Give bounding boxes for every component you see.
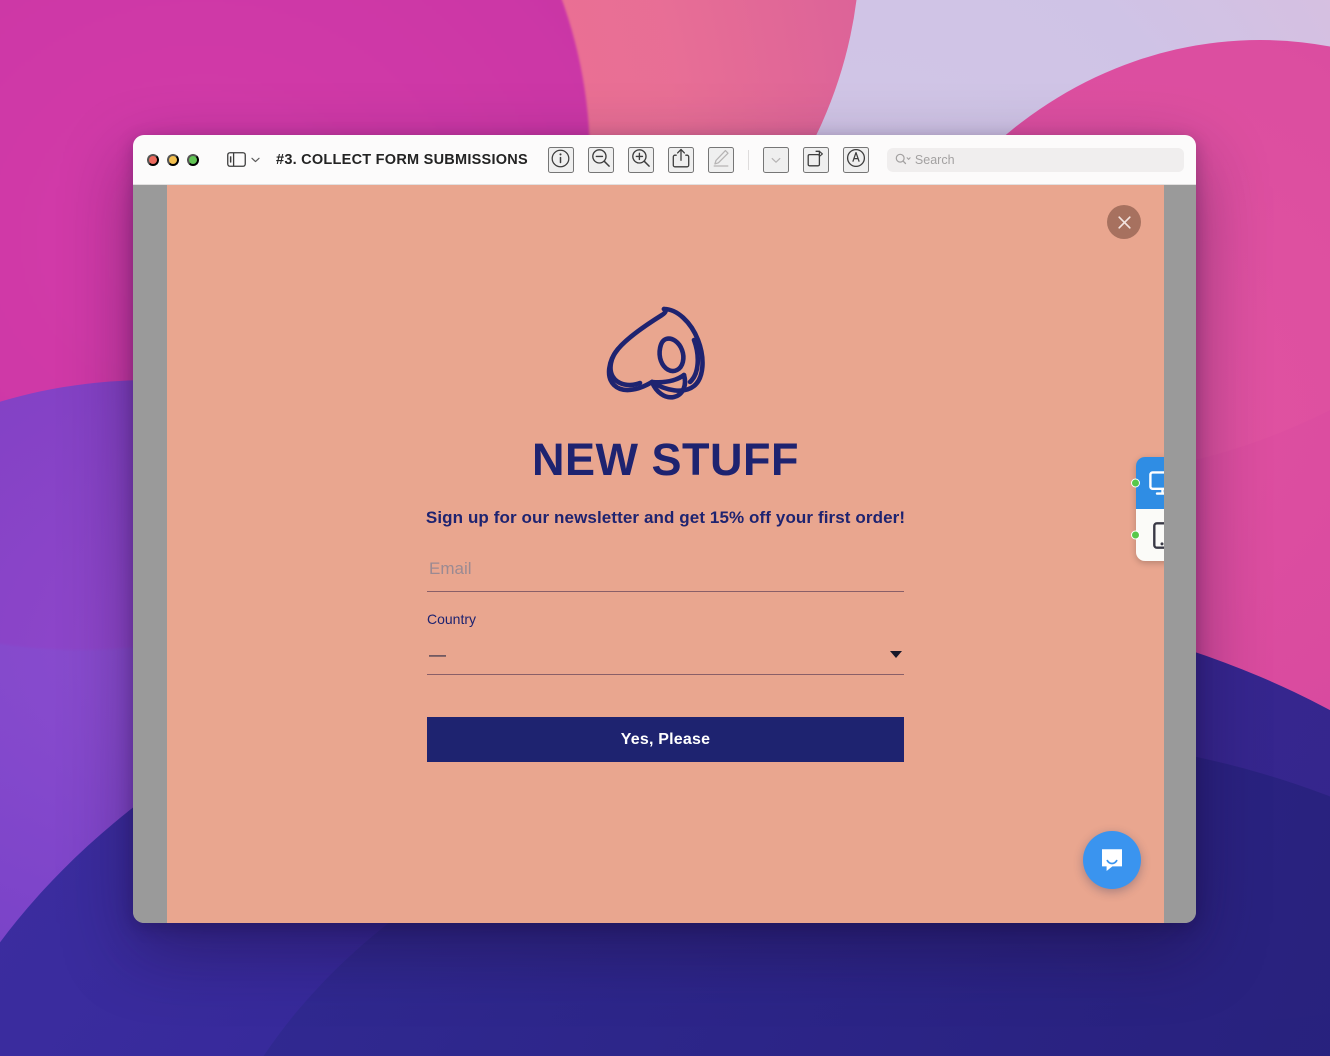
desktop-preview-button[interactable] bbox=[1131, 457, 1164, 509]
share-button[interactable] bbox=[667, 146, 694, 173]
rendered-page: NEW STUFF Sign up for our newsletter and… bbox=[167, 185, 1164, 923]
device-preview-switcher bbox=[1131, 457, 1164, 561]
close-icon bbox=[1117, 215, 1131, 229]
rotate-button[interactable] bbox=[802, 146, 829, 173]
zoom-out-button[interactable] bbox=[587, 146, 614, 173]
preview-content-area: NEW STUFF Sign up for our newsletter and… bbox=[133, 185, 1196, 923]
desktop-wallpaper: #3. COLLECT FORM SUBMISSIONS Search NEW … bbox=[0, 0, 1330, 1056]
magnifier-plus-icon bbox=[631, 148, 651, 171]
country-selected-value: — bbox=[429, 645, 446, 664]
rotate-icon bbox=[806, 149, 825, 171]
search-field[interactable]: Search bbox=[886, 147, 1184, 172]
zoom-in-button[interactable] bbox=[627, 146, 654, 173]
page-title: #3. COLLECT FORM SUBMISSIONS bbox=[276, 151, 528, 168]
markup-options-button[interactable] bbox=[762, 146, 789, 173]
share-icon bbox=[672, 148, 690, 171]
mobile-preview-button[interactable] bbox=[1131, 509, 1164, 561]
search-icon bbox=[895, 153, 911, 166]
close-modal-button[interactable] bbox=[1107, 205, 1141, 239]
page-gutter-right bbox=[1164, 185, 1196, 923]
magnifier-minus-icon bbox=[591, 148, 611, 171]
preview-window: #3. COLLECT FORM SUBMISSIONS Search NEW … bbox=[133, 135, 1196, 923]
page-gutter-left bbox=[133, 185, 167, 923]
traffic-lights bbox=[147, 153, 199, 166]
close-window-button[interactable] bbox=[147, 153, 159, 166]
pen-icon bbox=[711, 148, 731, 171]
chat-bubble-icon bbox=[1102, 849, 1122, 871]
submit-button[interactable]: Yes, Please bbox=[427, 717, 904, 762]
info-icon bbox=[551, 149, 570, 171]
info-button[interactable] bbox=[547, 146, 574, 173]
chevron-down-icon bbox=[251, 157, 260, 163]
desktop-active-indicator bbox=[1131, 478, 1140, 488]
country-label: Country bbox=[427, 611, 477, 627]
chat-launcher-button[interactable] bbox=[1083, 831, 1141, 889]
chevron-down-icon bbox=[771, 152, 781, 167]
country-select[interactable]: — bbox=[427, 639, 904, 675]
megaphone-logo bbox=[606, 306, 705, 400]
newsletter-modal: NEW STUFF Sign up for our newsletter and… bbox=[167, 303, 1164, 762]
caret-down-icon bbox=[890, 651, 902, 658]
mobile-active-indicator bbox=[1131, 530, 1140, 540]
minimize-window-button[interactable] bbox=[167, 153, 179, 166]
offer-text: Sign up for our newsletter and get 15% o… bbox=[425, 508, 906, 527]
toolbar bbox=[547, 146, 869, 173]
brand-title: NEW STUFF bbox=[532, 434, 799, 485]
email-field-wrap bbox=[427, 552, 904, 592]
toolbar-divider bbox=[747, 149, 749, 170]
sidebar-icon bbox=[227, 152, 246, 167]
zoom-window-button[interactable] bbox=[187, 153, 199, 166]
sidebar-toggle-button[interactable] bbox=[227, 152, 260, 167]
markup-button[interactable] bbox=[707, 146, 734, 173]
newsletter-form: Country — Yes, Please bbox=[427, 552, 904, 762]
search-placeholder: Search bbox=[914, 152, 955, 167]
annotate-circle-icon bbox=[846, 148, 866, 171]
annotate-button[interactable] bbox=[842, 146, 869, 173]
monitor-icon bbox=[1148, 470, 1164, 495]
email-input[interactable] bbox=[427, 552, 904, 592]
phone-icon bbox=[1153, 521, 1164, 549]
window-titlebar: #3. COLLECT FORM SUBMISSIONS Search bbox=[133, 135, 1196, 185]
